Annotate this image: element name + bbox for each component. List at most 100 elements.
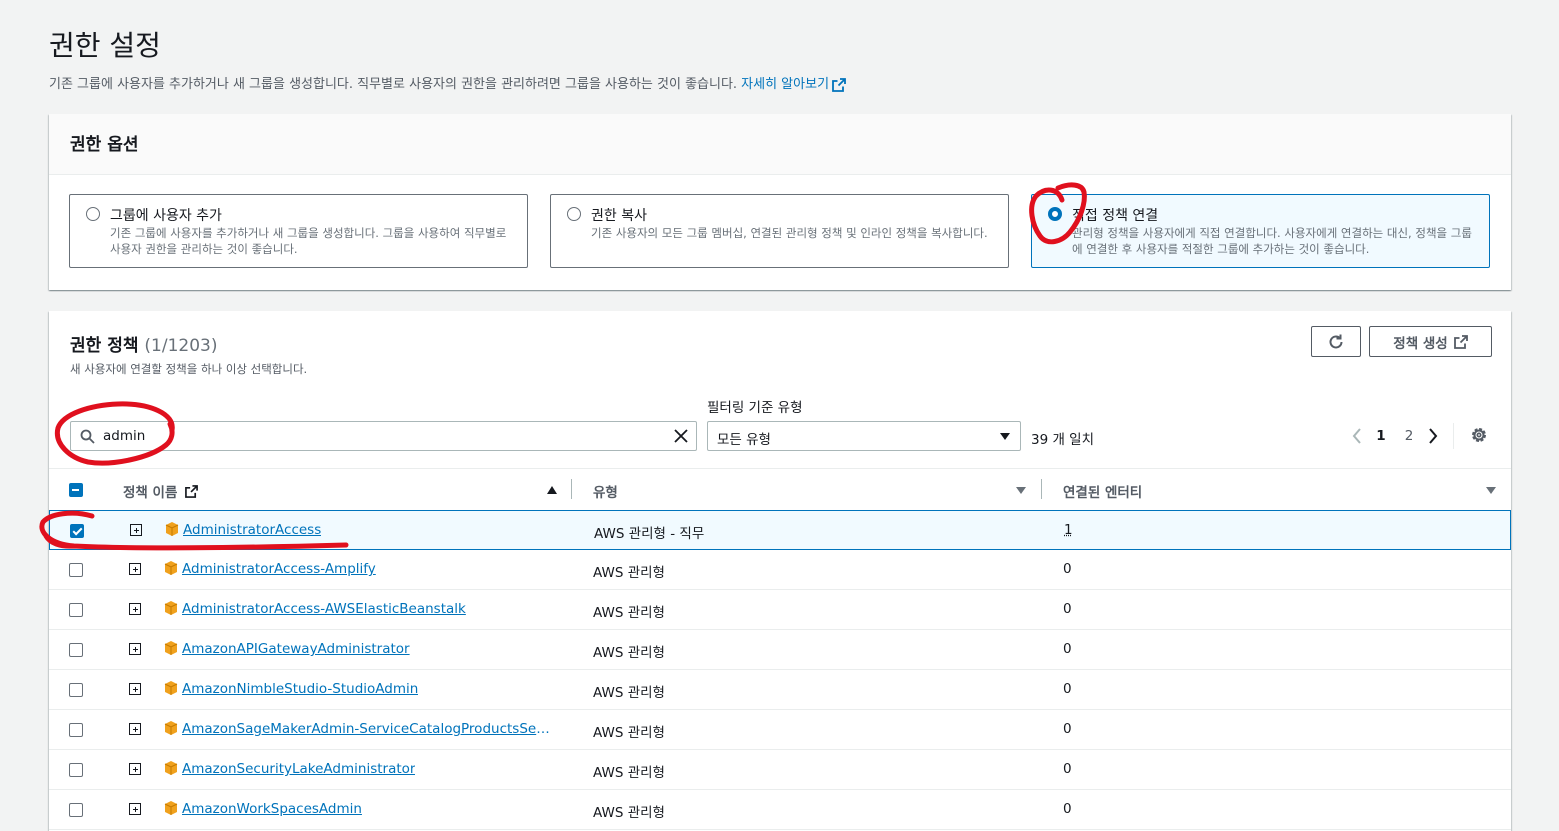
- search-icon: [80, 429, 95, 444]
- table-row[interactable]: AmazonSageMakerAdmin-ServiceCatalogProdu…: [49, 710, 1511, 750]
- policy-type: AWS 관리형: [593, 721, 665, 741]
- column-name-label: 정책 이름: [123, 485, 177, 501]
- policy-name-link[interactable]: AdministratorAccess-AWSElasticBeanstalk: [182, 601, 466, 617]
- close-icon[interactable]: [673, 428, 689, 444]
- policy-entities-link[interactable]: 1: [1064, 522, 1073, 538]
- policy-type: AWS 관리형: [593, 761, 665, 781]
- policy-entities: 0: [1063, 641, 1072, 657]
- option-attach-policies[interactable]: 직접 정책 연결 관리형 정책을 사용자에게 직접 연결합니다. 사용자에게 연…: [1031, 194, 1490, 268]
- policy-table-body: AdministratorAccess AWS 관리형 - 직무 1 Admin…: [49, 510, 1511, 830]
- pager-divider: [1453, 423, 1454, 449]
- table-row[interactable]: AmazonWorkSpacesAdmin AWS 관리형 0: [49, 790, 1511, 830]
- column-divider: [571, 479, 572, 499]
- expand-icon[interactable]: [129, 603, 141, 615]
- column-header-entities[interactable]: 연결된 엔터티: [1063, 481, 1142, 501]
- expand-icon[interactable]: [129, 723, 141, 735]
- radio-add-to-group[interactable]: [86, 207, 100, 221]
- row-checkbox[interactable]: [69, 763, 83, 777]
- policy-name-link[interactable]: AmazonAPIGatewayAdministrator: [182, 641, 410, 657]
- page-2[interactable]: 2: [1395, 428, 1423, 444]
- package-icon: [163, 640, 179, 656]
- radio-copy-permissions[interactable]: [567, 207, 581, 221]
- learn-more-link[interactable]: 자세히 알아보기: [741, 77, 846, 92]
- column-divider: [1041, 479, 1042, 499]
- policy-type: AWS 관리형: [593, 641, 665, 661]
- policy-name-link[interactable]: AmazonNimbleStudio-StudioAdmin: [182, 681, 418, 697]
- policy-entities: 0: [1063, 681, 1072, 697]
- expand-icon[interactable]: [129, 763, 141, 775]
- filter-label: 필터링 기준 유형: [707, 396, 803, 416]
- table-row[interactable]: AdministratorAccess-Amplify AWS 관리형 0: [49, 550, 1511, 590]
- option-description: 기존 그룹에 사용자를 추가하거나 새 그룹을 생성합니다. 그룹을 사용하여 …: [110, 225, 515, 257]
- package-icon: [163, 560, 179, 576]
- policy-name-link[interactable]: AdministratorAccess: [183, 522, 321, 538]
- page-description-text: 기존 그룹에 사용자를 추가하거나 새 그룹을 생성합니다. 직무별로 사용자의…: [49, 77, 741, 92]
- policy-type: AWS 관리형: [593, 601, 665, 621]
- policy-entities: 0: [1063, 761, 1072, 777]
- policies-description: 새 사용자에 연결할 정책을 하나 이상 선택합니다.: [70, 361, 307, 377]
- option-title: 권한 복사: [591, 205, 647, 225]
- option-description: 관리형 정책을 사용자에게 직접 연결합니다. 사용자에게 연결하는 대신, 정…: [1072, 225, 1477, 257]
- next-page-button[interactable]: [1423, 424, 1443, 448]
- permission-policies-panel: 권한 정책 (1/1203) 새 사용자에 연결할 정책을 하나 이상 선택합니…: [49, 311, 1511, 831]
- policies-count: (1/1203): [144, 336, 217, 356]
- learn-more-label: 자세히 알아보기: [741, 77, 829, 92]
- package-icon: [163, 760, 179, 776]
- sort-icon[interactable]: [1016, 487, 1026, 494]
- external-link-icon: [1454, 335, 1468, 349]
- policy-name-link[interactable]: AdministratorAccess-Amplify: [182, 561, 376, 577]
- policy-entities: 0: [1063, 721, 1072, 737]
- option-copy-permissions[interactable]: 권한 복사 기존 사용자의 모든 그룹 멤버십, 연결된 관리형 정책 및 인라…: [550, 194, 1009, 268]
- column-header-type[interactable]: 유형: [593, 481, 618, 501]
- row-checkbox[interactable]: [69, 723, 83, 737]
- table-row[interactable]: AdministratorAccess AWS 관리형 - 직무 1: [49, 510, 1511, 550]
- match-count: 39 개 일치: [1031, 428, 1094, 448]
- option-description: 기존 사용자의 모든 그룹 멤버십, 연결된 관리형 정책 및 인라인 정책을 …: [591, 225, 996, 241]
- policy-name-link[interactable]: AmazonSageMakerAdmin-ServiceCatalogProdu…: [182, 721, 554, 737]
- row-checkbox[interactable]: [70, 524, 84, 538]
- expand-icon[interactable]: [129, 683, 141, 695]
- permission-options-heading: 권한 옵션: [70, 130, 138, 155]
- search-value: admin: [103, 428, 145, 444]
- row-checkbox[interactable]: [69, 683, 83, 697]
- expand-icon[interactable]: [130, 524, 142, 536]
- chevron-right-icon: [1428, 428, 1438, 444]
- filter-type-select[interactable]: 모든 유형: [707, 421, 1021, 451]
- sort-ascending-icon[interactable]: [547, 486, 557, 494]
- select-all-checkbox[interactable]: [69, 483, 83, 497]
- policy-name-link[interactable]: AmazonSecurityLakeAdministrator: [182, 761, 415, 777]
- policy-type: AWS 관리형: [593, 681, 665, 701]
- package-icon: [163, 800, 179, 816]
- previous-page-button[interactable]: [1347, 424, 1367, 448]
- page-title: 권한 설정: [49, 24, 161, 64]
- page-1[interactable]: 1: [1367, 428, 1395, 444]
- page-description: 기존 그룹에 사용자를 추가하거나 새 그룹을 생성합니다. 직무별로 사용자의…: [49, 73, 846, 92]
- expand-icon[interactable]: [129, 643, 141, 655]
- package-icon: [163, 600, 179, 616]
- policies-heading: 권한 정책 (1/1203): [70, 331, 217, 356]
- package-icon: [164, 521, 180, 537]
- option-add-to-group[interactable]: 그룹에 사용자 추가 기존 그룹에 사용자를 추가하거나 새 그룹을 생성합니다…: [69, 194, 528, 268]
- search-input[interactable]: admin: [70, 421, 697, 451]
- table-row[interactable]: AmazonSecurityLakeAdministrator AWS 관리형 …: [49, 750, 1511, 790]
- create-policy-label: 정책 생성: [1393, 332, 1447, 352]
- sort-icon[interactable]: [1486, 487, 1496, 494]
- refresh-icon: [1327, 333, 1345, 351]
- policies-title: 권한 정책: [70, 336, 138, 356]
- policy-type: AWS 관리형: [593, 561, 665, 581]
- expand-icon[interactable]: [129, 803, 141, 815]
- filter-value: 모든 유형: [717, 428, 771, 448]
- table-row[interactable]: AmazonAPIGatewayAdministrator AWS 관리형 0: [49, 630, 1511, 670]
- row-checkbox[interactable]: [69, 603, 83, 617]
- expand-icon[interactable]: [129, 563, 141, 575]
- refresh-button[interactable]: [1311, 326, 1361, 357]
- pagination: 1 2: [1347, 424, 1443, 448]
- table-row[interactable]: AdministratorAccess-AWSElasticBeanstalk …: [49, 590, 1511, 630]
- gear-icon[interactable]: [1469, 425, 1489, 445]
- radio-attach-policies[interactable]: [1048, 207, 1062, 221]
- create-policy-button[interactable]: 정책 생성: [1369, 326, 1492, 357]
- row-checkbox[interactable]: [69, 563, 83, 577]
- row-checkbox[interactable]: [69, 643, 83, 657]
- table-row[interactable]: AmazonNimbleStudio-StudioAdmin AWS 관리형 0: [49, 670, 1511, 710]
- column-header-name[interactable]: 정책 이름: [123, 481, 198, 501]
